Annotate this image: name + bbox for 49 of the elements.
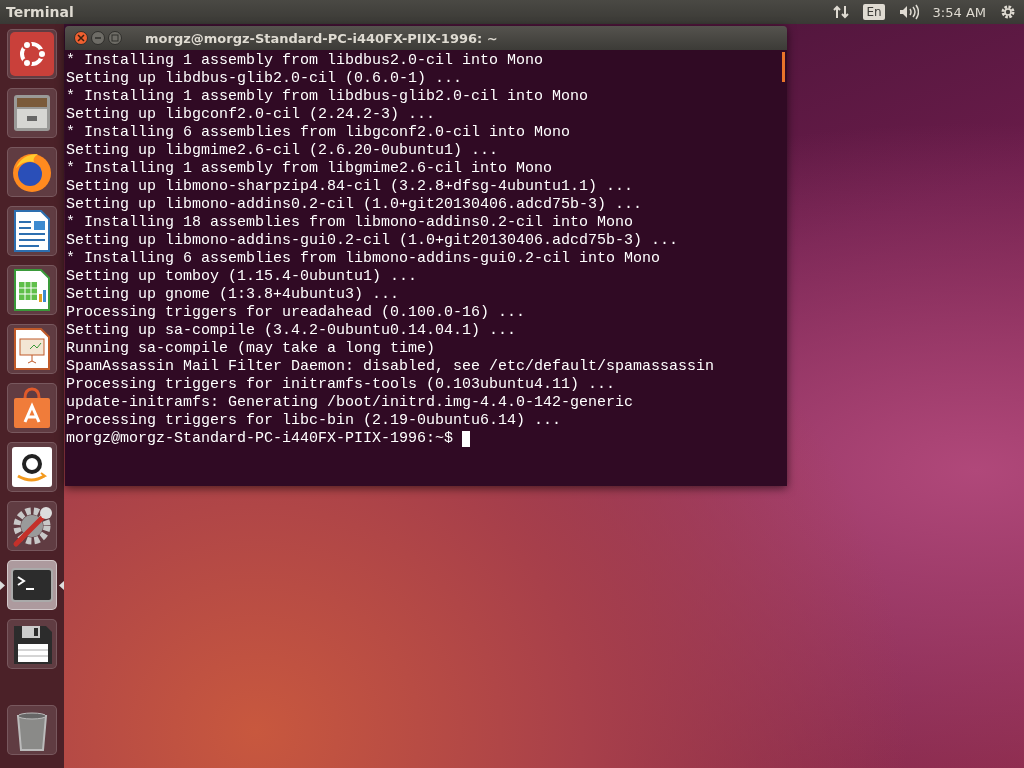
- launcher-button[interactable]: [7, 88, 57, 138]
- shell-prompt: morgz@morgz-Standard-PC-i440FX-PIIX-1996:~$: [66, 430, 454, 448]
- output-line: Setting up libgconf2.0-cil (2.24.2-3) ...: [66, 106, 436, 124]
- output-line: Processing triggers for ureadahead (0.100.0-16) ...: [66, 304, 526, 322]
- output-line: SpamAssassin Mail Filter Daemon: disabled, see /etc/default/spamassassin: [66, 358, 715, 376]
- output-line: * Installing 6 assemblies from libgconf2.0-cil into Mono: [66, 124, 571, 142]
- output-line: Setting up libmono-addins0.2-cil (1.0+git20130406.adcd75b-3) ...: [66, 196, 643, 214]
- maximize-button[interactable]: [108, 31, 122, 45]
- ubuntu-logo-icon: [8, 30, 56, 78]
- close-button[interactable]: [74, 31, 88, 45]
- output-line: * Installing 1 assembly from libdbus-glib2.0-cil into Mono: [66, 88, 589, 106]
- output-line: Processing triggers for initramfs-tools (0.103ubuntu4.11) ...: [66, 376, 616, 394]
- volume-icon: [898, 4, 919, 20]
- launcher-button[interactable]: [7, 560, 57, 610]
- output-line: Running sa-compile (may take a long time): [66, 340, 436, 358]
- minimize-icon: [94, 34, 102, 42]
- output-line: Setting up gnome (1:3.8+4ubuntu3) ...: [66, 286, 400, 304]
- maximize-icon: [111, 34, 119, 42]
- launcher-button[interactable]: [7, 29, 57, 79]
- output-line: Setting up tomboy (1.15.4-0ubuntu1) ...: [66, 268, 418, 286]
- window-title: morgz@morgz-Standard-PC-i440FX-PIIX-1996: ~: [145, 30, 498, 46]
- launcher-button[interactable]: [7, 383, 57, 433]
- clock[interactable]: 3:54 AM: [932, 4, 986, 20]
- output-line: * Installing 6 assemblies from libmono-addins-gui0.2-cil into Mono: [66, 250, 661, 268]
- launcher-button[interactable]: [7, 206, 57, 256]
- launcher-button[interactable]: [7, 324, 57, 374]
- scroll-indicator: [782, 52, 785, 82]
- launcher-button[interactable]: [7, 501, 57, 551]
- window-title: Terminal: [6, 4, 74, 20]
- output-line: Setting up libmono-addins-gui0.2-cil (1.0+git20130406.adcd75b-3) ...: [66, 232, 679, 250]
- minimize-button[interactable]: [91, 31, 105, 45]
- output-line: update-initramfs: Generating /boot/initrd.img-4.4.0-142-generic: [66, 394, 634, 412]
- close-icon: [77, 34, 85, 42]
- output-line: Setting up libgmime2.6-cil (2.6.20-0ubuntu1) ...: [66, 142, 499, 160]
- launcher-button[interactable]: [7, 619, 57, 669]
- output-line: Setting up libdbus-glib2.0-cil (0.6.0-1) ...: [66, 70, 463, 88]
- launcher-button[interactable]: [7, 442, 57, 492]
- launcher-button[interactable]: [7, 265, 57, 315]
- keyboard-layout-indicator[interactable]: En: [863, 4, 885, 20]
- output-line: * Installing 18 assemblies from libmono-addins0.2-cil into Mono: [66, 214, 634, 232]
- text-cursor: [462, 431, 471, 447]
- launcher-button[interactable]: [7, 147, 57, 197]
- output-line: Setting up sa-compile (3.4.2-0ubuntu0.14.04.1) ...: [66, 322, 517, 340]
- output-line: * Installing 1 assembly from libdbus2.0-cil into Mono: [66, 52, 544, 70]
- output-line: * Installing 1 assembly from libgmime2.6-cil into Mono: [66, 160, 553, 178]
- output-line: Setting up libmono-sharpzip4.84-cil (3.2.8+dfsg-4ubuntu1.1) ...: [66, 178, 634, 196]
- gear-icon: [1000, 4, 1016, 20]
- output-line: Processing triggers for libc-bin (2.19-0ubuntu6.14) ...: [66, 412, 562, 430]
- network-arrows-icon: [833, 4, 850, 20]
